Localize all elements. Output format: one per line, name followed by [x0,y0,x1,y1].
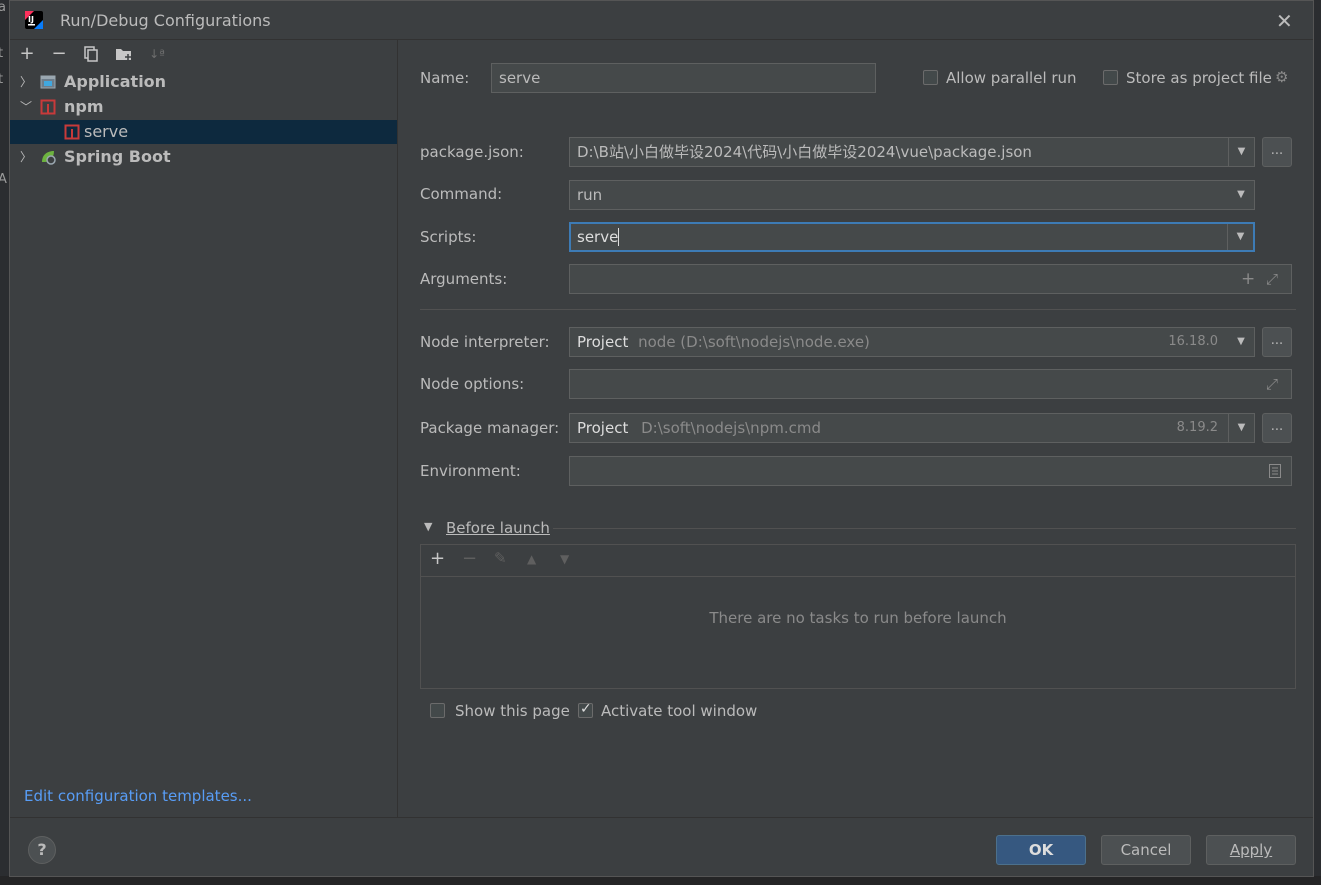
separator [420,309,1296,310]
allow-parallel-run-checkbox[interactable] [923,70,938,85]
package-json-label: package.json: [420,143,524,161]
chevron-down-icon[interactable]: ▼ [1227,224,1253,250]
package-manager-combo[interactable]: Project D:\soft\nodejs\npm.cmd 8.19.2 ▼ [569,413,1255,443]
add-icon[interactable]: + [16,43,38,65]
environment-input[interactable] [569,456,1292,486]
apply-button[interactable]: Apply [1206,835,1296,865]
tree-item-spring-boot[interactable]: 〉 Spring Boot [10,145,397,169]
node-interpreter-version: 16.18.0 [1168,334,1218,349]
arguments-label: Arguments: [420,270,508,288]
move-up-icon[interactable]: ▲ [527,552,536,566]
store-as-project-file-checkbox[interactable] [1103,70,1118,85]
add-icon[interactable]: + [1241,265,1255,293]
separator [553,528,1296,529]
tree-item-label: Spring Boot [64,147,171,166]
before-launch-title[interactable]: Before launch [446,519,550,537]
command-value: run [577,186,603,204]
chevron-down-icon[interactable]: ▼ [1228,328,1254,356]
chevron-down-icon[interactable]: ﹀ [20,95,32,119]
spring-boot-icon [42,151,56,165]
activate-tool-window-checkbox[interactable] [578,701,593,718]
configuration-form: Name: serve Allow parallel run Store as … [398,39,1313,817]
expand-icon[interactable]: ⤢ [1266,265,1278,293]
before-launch-panel: + − ✎ ▲ ▼ There are no tasks to run befo… [420,544,1296,689]
arguments-input[interactable]: + ⤢ [569,264,1292,294]
allow-parallel-run-label: Allow parallel run [946,69,1077,87]
document-icon[interactable] [1269,464,1281,478]
tree-item-label: npm [64,97,104,116]
copy-icon[interactable] [80,43,102,65]
dialog-footer: ? OK Cancel Apply [10,817,1313,878]
scripts-combo[interactable]: serve ▼ [569,222,1255,252]
node-options-label: Node options: [420,375,525,393]
chevron-down-icon[interactable]: ▼ [1228,414,1254,442]
tree-item-application[interactable]: 〉 Application [10,70,397,94]
background-right-strip [1314,0,1321,885]
name-input[interactable]: serve [491,63,876,93]
title-bar: IJ Run/Debug Configurations ✕ [10,1,1313,40]
chevron-right-icon[interactable]: 〉 [20,70,32,94]
dialog-title: Run/Debug Configurations [60,11,271,30]
tree-item-npm[interactable]: ﹀ npm [10,95,397,119]
package-manager-label: Package manager: [420,419,560,437]
package-manager-version: 8.19.2 [1176,420,1218,435]
ok-button[interactable]: OK [996,835,1086,865]
environment-label: Environment: [420,462,521,480]
svg-text:IJ: IJ [28,15,34,24]
chevron-right-icon[interactable]: 〉 [20,145,32,169]
before-launch-toolbar: + − ✎ ▲ ▼ [421,545,1295,577]
npm-icon [40,99,56,115]
node-interpreter-path: node (D:\soft\nodejs\node.exe) [638,333,870,351]
name-label: Name: [420,69,470,87]
edit-icon[interactable]: ✎ [494,549,507,567]
sort-icon[interactable]: ↓ª [146,43,168,65]
intellij-app-icon: IJ [25,11,43,29]
node-options-input[interactable]: ⤢ [569,369,1292,399]
run-debug-dialog: IJ Run/Debug Configurations ✕ + − ↓ª 〉 A… [9,0,1314,877]
command-label: Command: [420,185,503,203]
package-manager-path: D:\soft\nodejs\npm.cmd [641,419,821,437]
application-icon [40,75,56,89]
command-combo[interactable]: run ▼ [569,180,1255,210]
scripts-value: serve [577,228,620,246]
scripts-label: Scripts: [420,228,477,246]
cancel-button[interactable]: Cancel [1101,835,1191,865]
show-this-page-label: Show this page [455,702,570,720]
move-down-icon[interactable]: ▼ [560,552,569,566]
npm-script-icon [64,124,80,140]
add-icon[interactable]: + [430,548,445,569]
chevron-down-icon[interactable]: ▼ [1228,138,1254,166]
before-launch-empty-message: There are no tasks to run before launch [709,609,1007,627]
gear-icon[interactable]: ⚙ [1275,68,1288,86]
store-as-project-file-label: Store as project file [1126,69,1272,87]
remove-icon[interactable]: − [462,548,477,569]
package-json-combo[interactable]: D:\B站\小白做毕设2024\代码\小白做毕设2024\vue\package… [569,137,1255,167]
node-interpreter-label: Node interpreter: [420,333,550,351]
expand-icon[interactable]: ⤢ [1266,370,1278,398]
new-folder-icon[interactable] [113,43,135,65]
configurations-sidebar: + − ↓ª 〉 Application ﹀ npm serve 〉 Sprin… [10,39,398,817]
close-icon[interactable]: ✕ [1276,9,1293,33]
browse-package-manager-button[interactable]: ... [1262,413,1292,443]
package-json-value: D:\B站\小白做毕设2024\代码\小白做毕设2024\vue\package… [577,143,1032,161]
edit-configuration-templates-link[interactable]: Edit configuration templates... [24,787,252,805]
package-manager-prefix: Project [577,419,629,437]
show-this-page-checkbox[interactable] [430,703,445,718]
remove-icon[interactable]: − [48,43,70,65]
activate-tool-window-label: Activate tool window [601,702,758,720]
browse-node-interpreter-button[interactable]: ... [1262,327,1292,357]
help-button[interactable]: ? [28,836,56,864]
chevron-down-icon[interactable]: ▼ [1228,181,1254,209]
tree-item-serve[interactable]: serve [10,120,397,144]
node-interpreter-combo[interactable]: Project node (D:\soft\nodejs\node.exe) 1… [569,327,1255,357]
collapse-triangle-icon[interactable]: ▼ [424,520,432,533]
tree-item-label: serve [84,122,129,141]
browse-package-json-button[interactable]: ... [1262,137,1292,167]
node-interpreter-prefix: Project [577,333,629,351]
tree-item-label: Application [64,72,167,91]
